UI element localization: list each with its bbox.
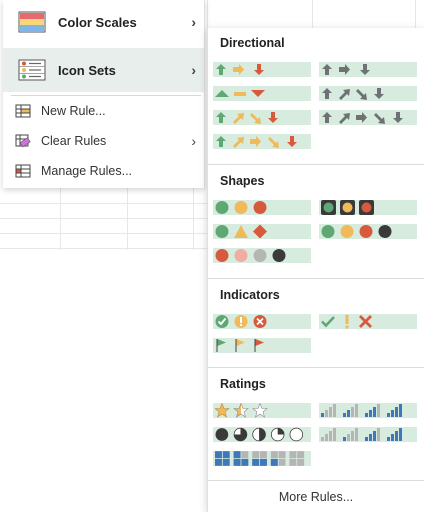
icon-set-5-arrows-gray[interactable] — [319, 110, 417, 125]
menu-item-new-rule[interactable]: New Rule... — [3, 100, 204, 122]
new-rule-icon — [15, 104, 31, 118]
icon-sets-label: Icon Sets — [58, 62, 116, 78]
icon-set-3-flags[interactable] — [213, 338, 311, 353]
menu-item-manage-rules[interactable]: Manage Rules... — [3, 160, 204, 182]
section-title-shapes: Shapes — [220, 174, 265, 188]
icon-set-3-triangles[interactable] — [213, 86, 311, 101]
icon-sets-submenu: Directional Shapes Indicators Ratings Mo… — [207, 28, 424, 512]
section-title-indicators: Indicators — [220, 288, 280, 302]
color-scales-icon — [18, 11, 46, 33]
manage-rules-label: Manage Rules... — [41, 164, 133, 178]
menu-item-icon-sets[interactable]: Icon Sets › — [3, 48, 204, 92]
conditional-formatting-menu: Color Scales › Icon Sets › New Rule... C… — [3, 0, 205, 188]
icon-set-4-arrows-colored[interactable] — [213, 110, 311, 125]
section-title-ratings: Ratings — [220, 377, 266, 391]
menu-separator — [11, 95, 201, 96]
section-title-directional: Directional — [220, 36, 285, 50]
more-rules-link[interactable]: More Rules... — [208, 490, 424, 504]
new-rule-label: New Rule... — [41, 104, 106, 118]
color-scales-label: Color Scales — [58, 14, 137, 30]
chevron-right-icon: › — [191, 62, 196, 78]
bars-1 — [321, 404, 336, 417]
icon-set-3-traffic-lights-rimmed[interactable] — [319, 200, 417, 215]
icon-set-3-stars[interactable] — [213, 403, 311, 418]
section-separator — [208, 367, 424, 368]
clear-rules-label: Clear Rules — [41, 134, 107, 148]
icon-set-3-symbols-uncircled[interactable] — [319, 314, 417, 329]
icon-set-5-ratings[interactable] — [319, 427, 417, 442]
menu-item-clear-rules[interactable]: Clear Rules › — [3, 130, 204, 152]
section-separator — [208, 164, 424, 165]
icon-set-4-ratings[interactable] — [319, 403, 417, 418]
icon-set-4-traffic-lights[interactable] — [319, 224, 417, 239]
section-separator — [208, 480, 424, 481]
icon-set-red-to-black[interactable] — [213, 248, 311, 263]
menu-item-color-scales[interactable]: Color Scales › — [3, 0, 204, 44]
clear-rules-icon — [15, 134, 31, 148]
icon-set-5-arrows-colored[interactable] — [213, 134, 311, 149]
manage-rules-icon — [15, 164, 31, 178]
icon-set-4-arrows-gray[interactable] — [319, 86, 417, 101]
icon-set-3-arrows-gray[interactable] — [319, 62, 417, 77]
icon-set-5-boxes[interactable] — [213, 451, 311, 466]
icon-set-3-traffic-lights-unrimmed[interactable] — [213, 200, 311, 215]
section-separator — [208, 278, 424, 279]
icon-set-5-quarters[interactable] — [213, 427, 311, 442]
icon-sets-icon — [18, 59, 46, 81]
icon-set-3-signs[interactable] — [213, 224, 311, 239]
icon-set-3-symbols-circled[interactable] — [213, 314, 311, 329]
chevron-right-icon: › — [191, 14, 196, 30]
icon-set-3-arrows-colored[interactable] — [213, 62, 311, 77]
chevron-right-icon: › — [191, 133, 196, 149]
